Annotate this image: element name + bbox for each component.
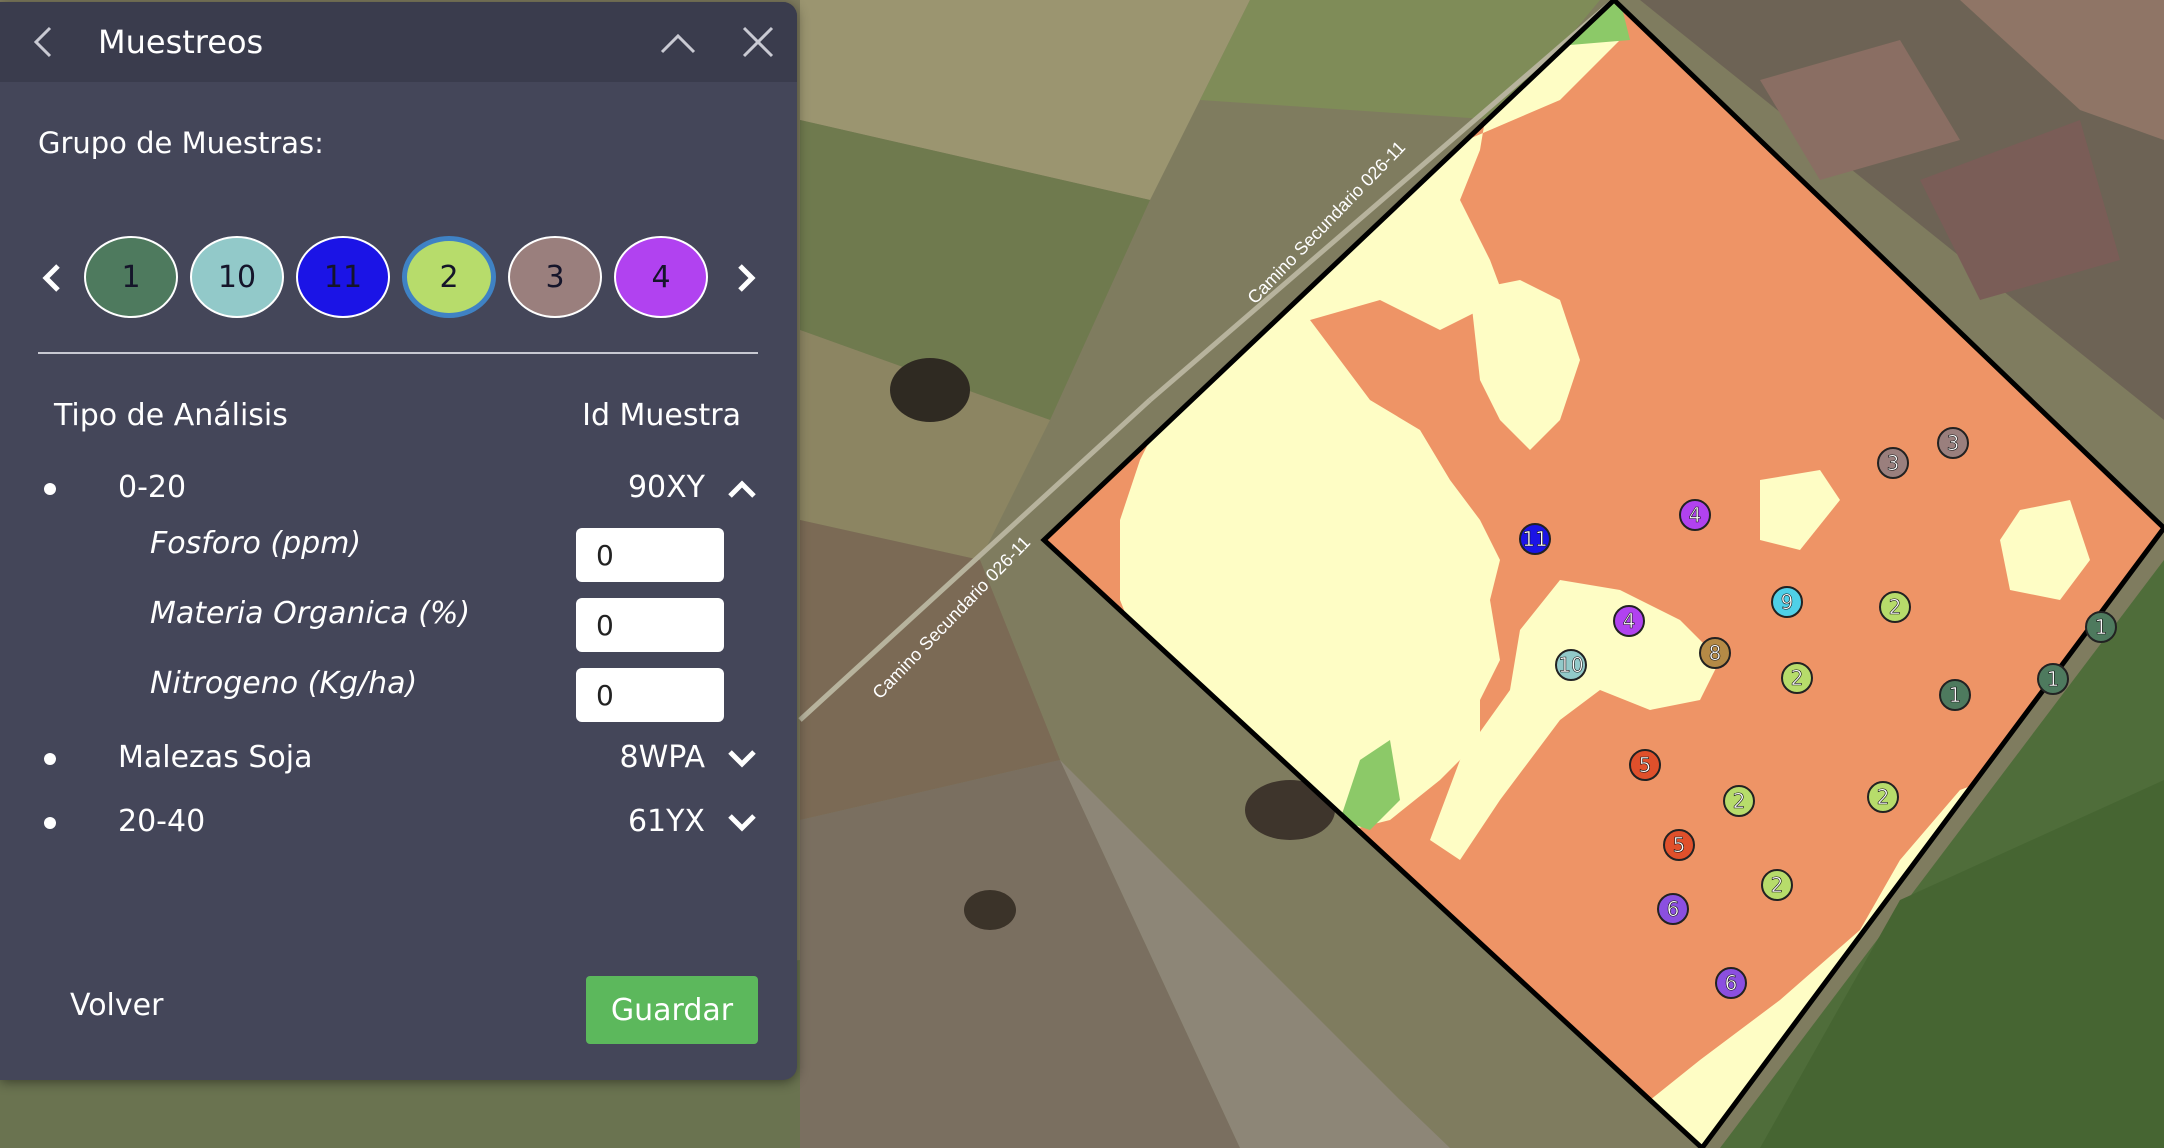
sample-marker-label: 6 <box>1667 897 1680 921</box>
sample-marker-label: 6 <box>1725 971 1738 995</box>
analysis-name: Malezas Soja <box>118 740 313 775</box>
sample-marker-label: 5 <box>1673 833 1686 857</box>
divider <box>38 352 758 354</box>
sample-marker-label: 2 <box>1877 785 1890 809</box>
sample-marker-label: 2 <box>1889 595 1902 619</box>
sample-marker[interactable]: 1 <box>1939 679 1971 711</box>
sample-marker-label: 3 <box>1947 431 1960 455</box>
analysis-row[interactable]: Malezas Soja 8WPA <box>0 738 797 782</box>
chevron-up-icon[interactable] <box>724 472 760 506</box>
sample-marker[interactable]: 8 <box>1699 637 1731 669</box>
field-label-fosforo: Fosforo (ppm) <box>150 526 362 561</box>
save-button[interactable]: Guardar <box>586 976 758 1044</box>
sample-marker[interactable]: 4 <box>1679 499 1711 531</box>
sample-group-label: Grupo de Muestras: <box>38 126 324 160</box>
chevron-down-icon[interactable] <box>724 806 760 840</box>
sample-marker-label: 4 <box>1689 503 1702 527</box>
sample-marker[interactable]: 5 <box>1663 829 1695 861</box>
sample-group-chip[interactable]: 3 <box>508 236 602 318</box>
sample-marker-label: 1 <box>1949 683 1962 707</box>
sample-marker[interactable]: 2 <box>1761 869 1793 901</box>
sample-marker[interactable]: 9 <box>1771 586 1803 618</box>
sample-group-chip[interactable]: 10 <box>190 236 284 318</box>
close-icon[interactable] <box>736 20 780 64</box>
fosforo-input[interactable] <box>576 528 724 582</box>
analysis-row[interactable]: 0-20 90XY <box>0 468 797 512</box>
back-arrow-icon[interactable] <box>24 22 64 62</box>
analysis-name: 0-20 <box>118 470 187 505</box>
sample-marker-label: 9 <box>1781 590 1794 614</box>
sample-marker[interactable]: 2 <box>1867 781 1899 813</box>
bullet-icon <box>44 483 56 495</box>
panel-title: Muestreos <box>98 23 264 61</box>
chevron-left-icon[interactable] <box>36 258 68 298</box>
sample-marker[interactable]: 5 <box>1629 749 1661 781</box>
sample-marker-label: 2 <box>1733 789 1746 813</box>
materia-organica-input[interactable] <box>576 598 724 652</box>
sample-marker-label: 3 <box>1887 451 1900 475</box>
chevron-right-icon[interactable] <box>730 258 762 298</box>
bullet-icon <box>44 817 56 829</box>
sample-id: 61YX <box>627 804 705 839</box>
sample-marker[interactable]: 2 <box>1879 591 1911 623</box>
sample-marker-label: 5 <box>1639 753 1652 777</box>
sample-marker-label: 11 <box>1522 527 1547 551</box>
sample-group-chip[interactable]: 1 <box>84 236 178 318</box>
sample-group-carousel: 1 10 11 2 3 4 <box>84 236 714 320</box>
sample-id: 8WPA <box>619 740 705 775</box>
sample-marker-label: 10 <box>1558 653 1583 677</box>
sample-marker-label: 4 <box>1623 609 1636 633</box>
panel-header: Muestreos <box>0 2 797 82</box>
chevron-up-icon[interactable] <box>656 22 700 62</box>
sample-marker[interactable]: 3 <box>1937 427 1969 459</box>
sample-marker[interactable]: 2 <box>1781 662 1813 694</box>
sample-marker[interactable]: 3 <box>1877 447 1909 479</box>
column-header-sample-id: Id Muestra <box>582 398 741 433</box>
sample-marker-label: 2 <box>1771 873 1784 897</box>
field-label-nitrogeno: Nitrogeno (Kg/ha) <box>150 666 418 701</box>
field-label-materia-organica: Materia Organica (%) <box>150 596 471 631</box>
sample-group-chip[interactable]: 11 <box>296 236 390 318</box>
sample-marker-label: 2 <box>1791 666 1804 690</box>
samples-panel: Muestreos Grupo de Muestras: 1 10 11 2 3… <box>0 2 797 1080</box>
bullet-icon <box>44 753 56 765</box>
sample-group-chip[interactable]: 2 <box>402 236 496 318</box>
sample-group-chip[interactable]: 4 <box>614 236 708 318</box>
sample-marker-label: 8 <box>1709 641 1722 665</box>
back-button[interactable]: Volver <box>70 988 163 1023</box>
sample-marker[interactable]: 6 <box>1715 967 1747 999</box>
sample-marker[interactable]: 4 <box>1613 605 1645 637</box>
sample-marker[interactable]: 1 <box>2037 663 2069 695</box>
sample-id: 90XY <box>627 470 705 505</box>
sample-marker-label: 1 <box>2047 667 2060 691</box>
chevron-down-icon[interactable] <box>724 742 760 776</box>
analysis-row[interactable]: 20-40 61YX <box>0 802 797 846</box>
column-header-analysis-type: Tipo de Análisis <box>54 398 288 433</box>
sample-marker[interactable]: 10 <box>1555 649 1587 681</box>
sample-marker-label: 1 <box>2095 615 2108 639</box>
sample-marker[interactable]: 2 <box>1723 785 1755 817</box>
sample-marker[interactable]: 6 <box>1657 893 1689 925</box>
nitrogeno-input[interactable] <box>576 668 724 722</box>
sample-marker[interactable]: 1 <box>2085 611 2117 643</box>
analysis-name: 20-40 <box>118 804 206 839</box>
sample-marker[interactable]: 11 <box>1519 523 1551 555</box>
